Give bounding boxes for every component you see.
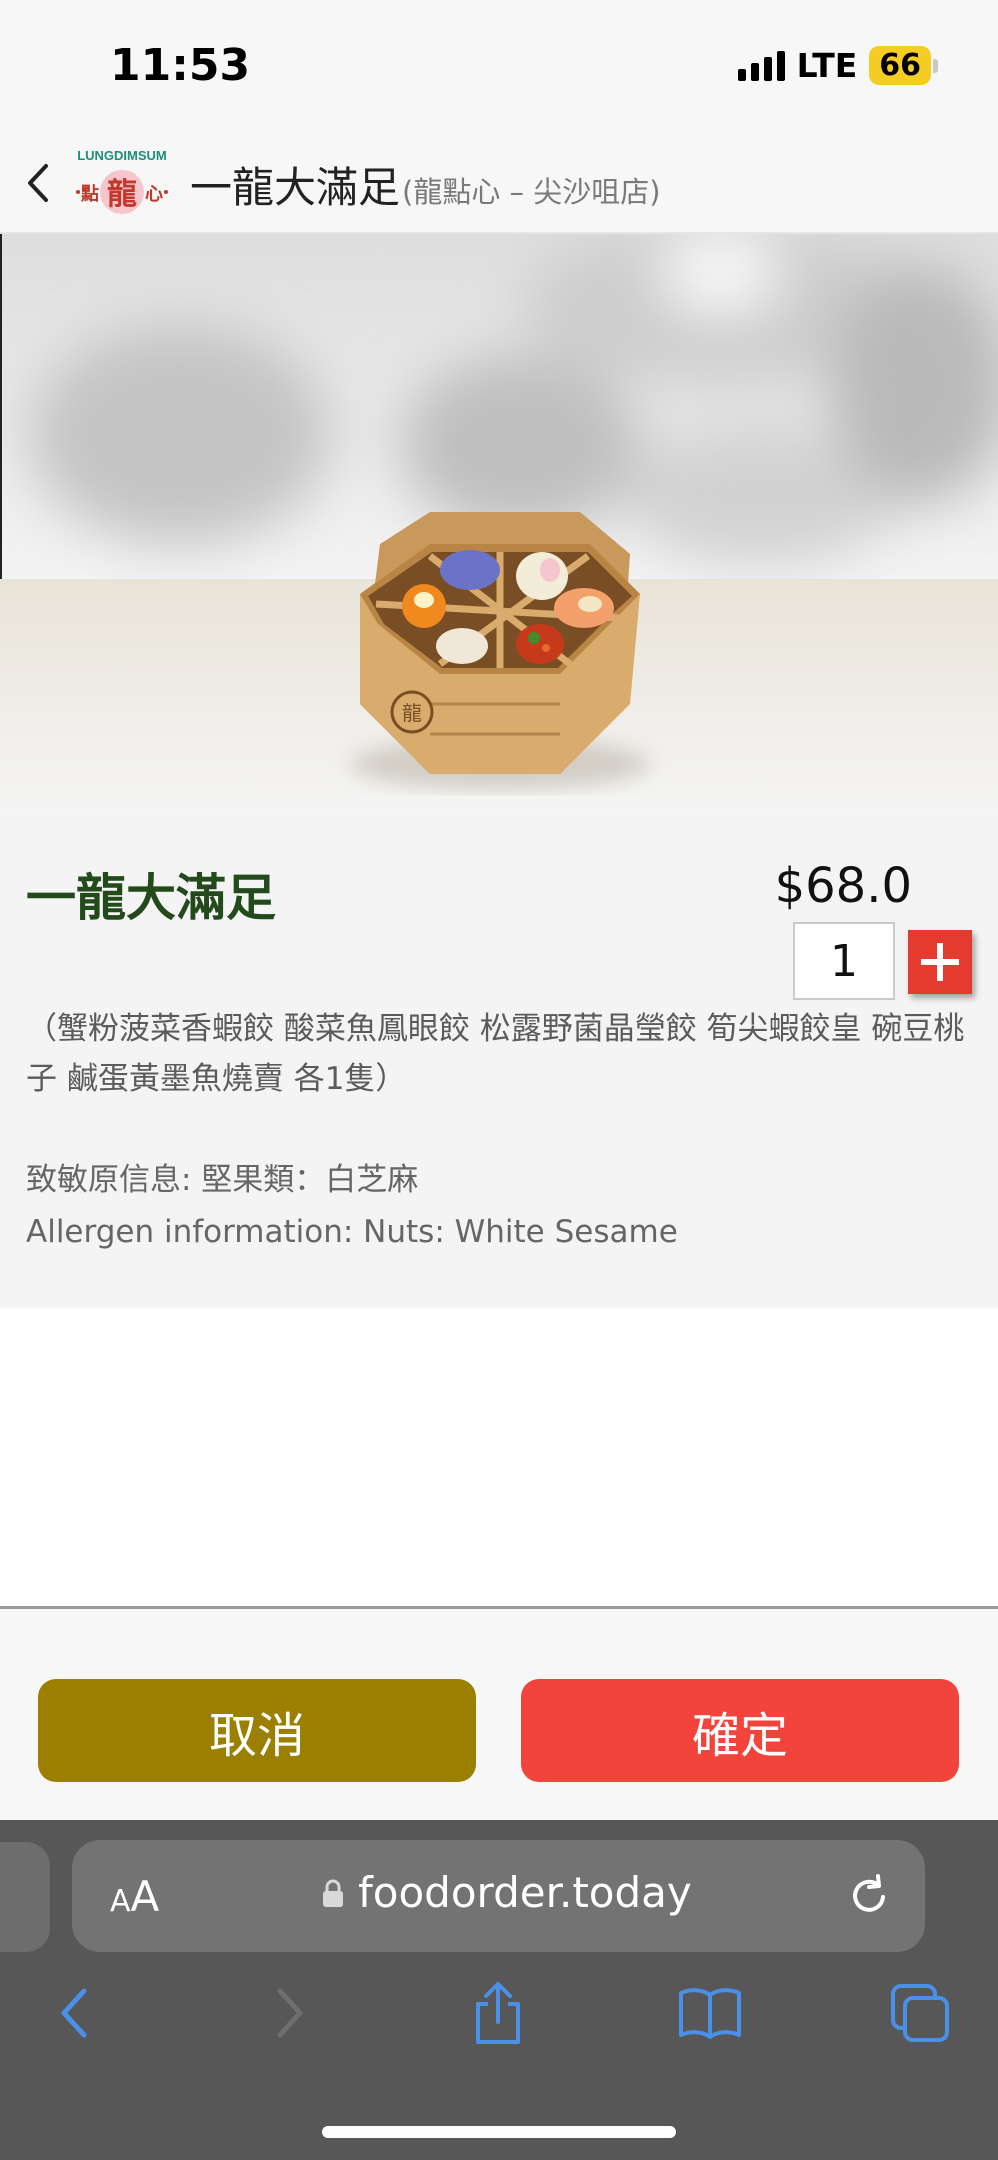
tabs-icon[interactable] — [882, 1975, 958, 2051]
plus-icon — [921, 943, 959, 981]
allergen-zh: 致敏原信息: 堅果類：白芝麻 — [26, 1162, 419, 1198]
address-bar[interactable]: AA foodorder.today — [72, 1840, 925, 1952]
previous-tab-preview[interactable] — [0, 1842, 50, 1952]
svg-text:LUNGDIMSUM: LUNGDIMSUM — [77, 148, 167, 163]
svg-text:龍: 龍 — [107, 177, 137, 212]
battery-level: 66 — [869, 46, 931, 85]
browser-toolbar: AA foodorder.today — [0, 1820, 998, 2160]
status-indicators: LTE 66 — [737, 46, 938, 85]
cancel-button[interactable]: 取消 — [38, 1679, 476, 1782]
header-subtitle: (龍點心 – 尖沙咀店) — [402, 175, 661, 209]
bookmarks-icon[interactable] — [672, 1975, 748, 2051]
reload-icon[interactable] — [845, 1870, 895, 1920]
product-description: （蟹粉菠菜香蝦餃 酸菜魚鳳眼餃 松露野菌晶瑩餃 筍尖蝦餃皇 碗豆桃子 鹹蛋黃墨魚… — [26, 1011, 965, 1097]
text-size-button[interactable]: AA — [110, 1872, 159, 1921]
battery-icon: 66 — [869, 46, 938, 85]
confirm-button[interactable]: 確定 — [521, 1679, 959, 1782]
status-time: 11:53 — [110, 40, 251, 91]
signal-icon — [737, 50, 785, 81]
url-display[interactable]: foodorder.today — [322, 1868, 692, 1917]
chevron-left-icon[interactable] — [18, 158, 58, 208]
header-title-text: 一龍大滿足 — [190, 163, 401, 212]
share-icon[interactable] — [460, 1975, 536, 2051]
url-text: foodorder.today — [358, 1868, 692, 1917]
quantity-input[interactable]: 1 — [793, 922, 895, 1000]
status-bar: 11:53 LTE 66 — [0, 0, 998, 132]
product-name: 一龍大滿足 — [26, 869, 276, 927]
action-bar: 取消 確定 — [0, 1609, 998, 1820]
forward-arrow-icon[interactable] — [252, 1975, 328, 2051]
text-size-big: A — [130, 1872, 160, 1921]
allergen-en: Allergen information: Nuts: White Sesame — [26, 1214, 678, 1250]
add-quantity-button[interactable] — [908, 930, 972, 994]
text-size-small: A — [110, 1884, 131, 1919]
svg-text:龍: 龍 — [402, 701, 422, 725]
page-header: LUNGDIMSUM 點 龍 心 一龍大滿足(龍點心 – 尖沙咀店) — [0, 132, 998, 234]
product-image: 龍 — [0, 234, 998, 814]
app-screen: 11:53 LTE 66 LUNGDIMSUM 點 龍 心 一龍大滿足(龍點心 … — [0, 0, 998, 2160]
home-indicator — [322, 2126, 676, 2138]
restaurant-logo: LUNGDIMSUM 點 龍 心 — [68, 146, 176, 218]
network-type: LTE — [796, 46, 858, 85]
product-price: $68.0 — [774, 858, 912, 914]
lock-icon — [323, 1879, 343, 1907]
header-title: 一龍大滿足(龍點心 – 尖沙咀店) — [190, 154, 661, 215]
svg-text:心: 心 — [145, 184, 163, 205]
svg-text:點: 點 — [80, 184, 99, 205]
back-arrow-icon[interactable] — [36, 1975, 112, 2051]
allergen-info: 致敏原信息: 堅果類：白芝麻 Allergen information: Nut… — [26, 1154, 976, 1258]
product-info: 一龍大滿足 $68.0 1 （蟹粉菠菜香蝦餃 酸菜魚鳳眼餃 松露野菌晶瑩餃 筍尖… — [0, 814, 998, 1308]
